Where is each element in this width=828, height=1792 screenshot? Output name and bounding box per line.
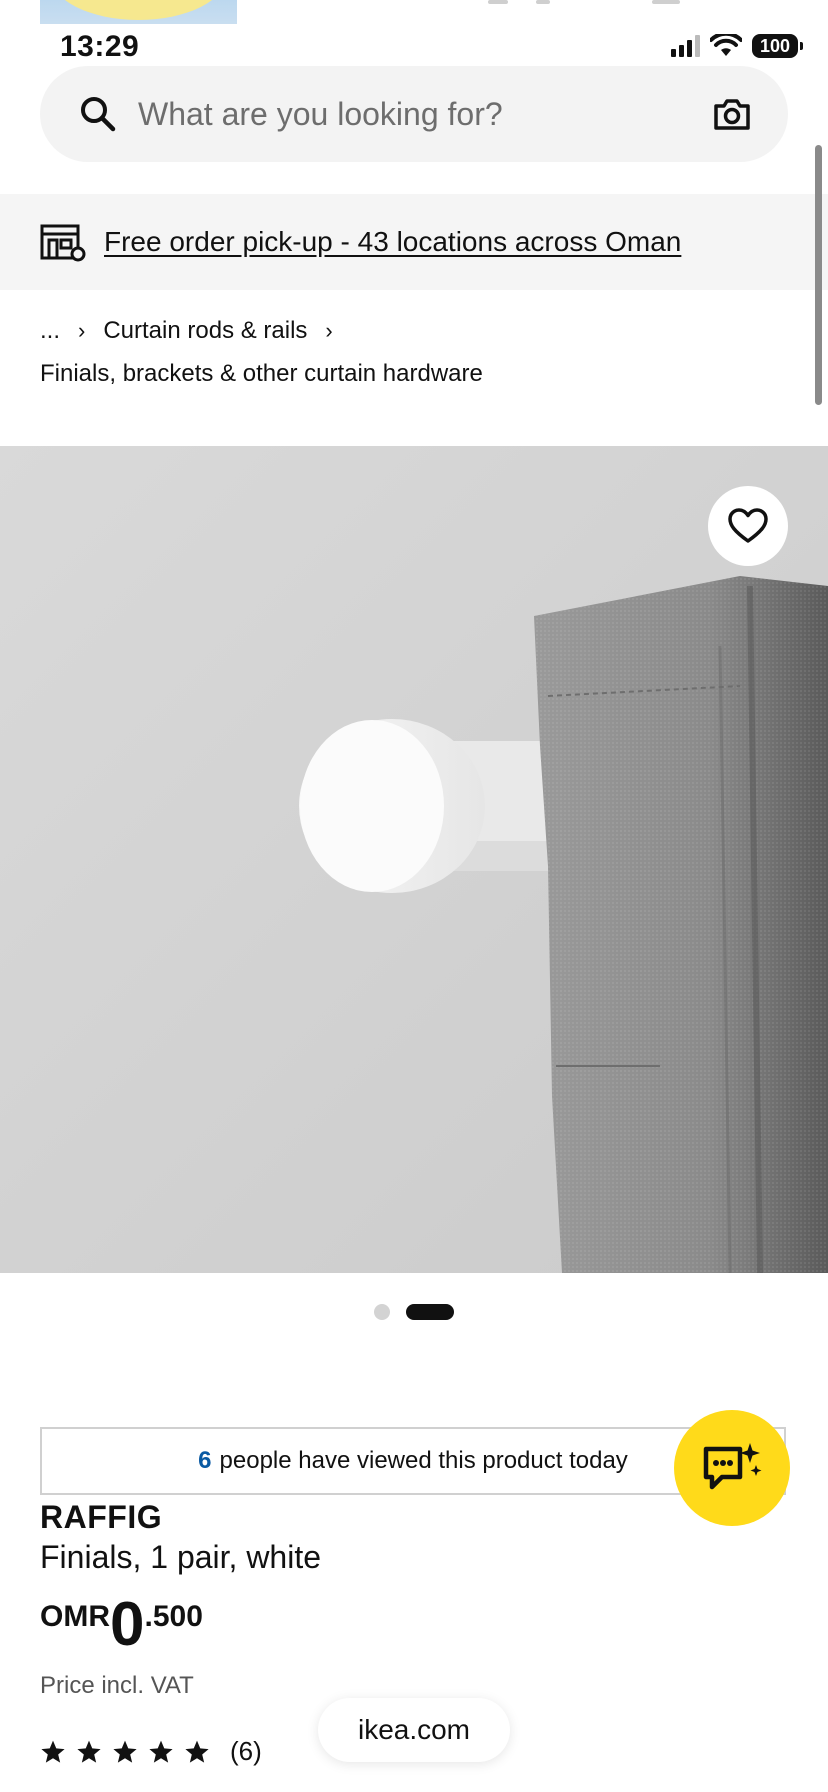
price-currency: OMR [40,1600,110,1633]
star-icon [185,1740,209,1763]
scrollbar[interactable] [815,145,822,405]
breadcrumb: ... › Curtain rods & rails › Finials, br… [40,314,800,388]
heart-icon [728,508,768,543]
product-photo [0,446,828,1273]
carousel-indicator [374,1304,454,1320]
breadcrumb-ellipsis[interactable]: ... [40,317,60,345]
header-image-fragment [40,0,237,24]
viewed-text: people have viewed this product today [219,1447,628,1474]
chat-assistant-button[interactable] [674,1410,790,1526]
price-decimal: .500 [144,1600,203,1633]
star-icon [149,1740,173,1763]
store-icon [40,224,86,262]
search-icon[interactable] [78,94,118,134]
camera-icon[interactable] [712,94,752,134]
rating-stars [40,1739,210,1765]
header-icon-fragment [536,0,550,4]
chevron-right-icon: › [78,318,86,343]
review-count[interactable]: (6) [230,1736,262,1767]
battery-icon: 100 [752,34,803,58]
status-time: 13:29 [60,30,140,63]
product-description: Finials, 1 pair, white [40,1539,322,1575]
product-image[interactable] [0,446,828,1273]
price-integer: 0 [110,1590,145,1659]
star-icon [77,1740,101,1763]
header-icon-fragment [488,0,508,4]
browser-url-bar[interactable]: ikea.com [318,1698,510,1762]
vat-note: Price incl. VAT [40,1672,194,1699]
product-price: OMR 0 .500 [40,1592,203,1656]
search-input[interactable] [136,94,712,134]
star-icon [113,1740,137,1763]
cellular-signal-icon [671,35,700,57]
carousel-dot[interactable] [374,1304,390,1320]
breadcrumb-item-current[interactable]: Finials, brackets & other curtain hardwa… [40,360,800,388]
wifi-icon [710,34,742,56]
search-bar[interactable] [40,66,788,162]
carousel-dot-active[interactable] [406,1304,454,1320]
product-name: RAFFIG [40,1499,163,1535]
chat-sparkle-icon [703,1443,762,1490]
pickup-link[interactable]: Free order pick-up - 43 locations across… [104,226,681,258]
star-icon [41,1740,65,1763]
header-icon-fragment [652,0,680,4]
breadcrumb-item-curtain-rods[interactable]: Curtain rods & rails [103,317,307,345]
chevron-right-icon: › [325,318,333,343]
product-rating[interactable]: (6) [40,1736,262,1767]
status-indicators: 100 [671,34,803,58]
viewed-count: 6 [198,1447,212,1474]
pickup-banner[interactable]: Free order pick-up - 43 locations across… [0,194,828,290]
favorite-button[interactable] [708,486,788,566]
